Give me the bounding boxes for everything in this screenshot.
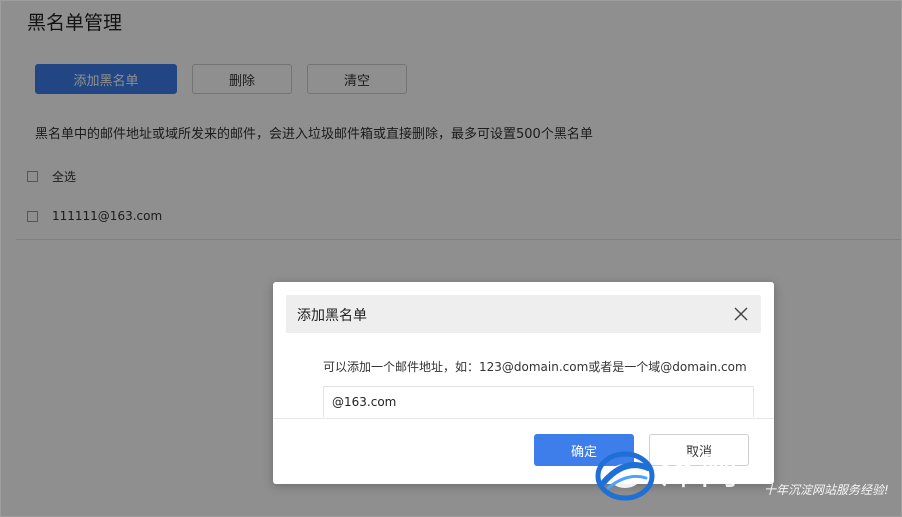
watermark-brand: 泽网 xyxy=(660,449,741,493)
dialog-hint: 可以添加一个邮件地址，如：123@domain.com或者是一个域@domain… xyxy=(323,360,747,374)
watermark-slogan: 十年沉淀网站服务经验! xyxy=(764,483,889,497)
dialog-header: 添加黑名单 xyxy=(286,295,761,333)
dialog-title: 添加黑名单 xyxy=(297,308,367,324)
watermark-logo-icon xyxy=(594,448,656,504)
close-icon[interactable] xyxy=(731,304,751,324)
dialog-footer-divider xyxy=(273,418,774,419)
blacklist-address-input[interactable] xyxy=(323,386,754,417)
